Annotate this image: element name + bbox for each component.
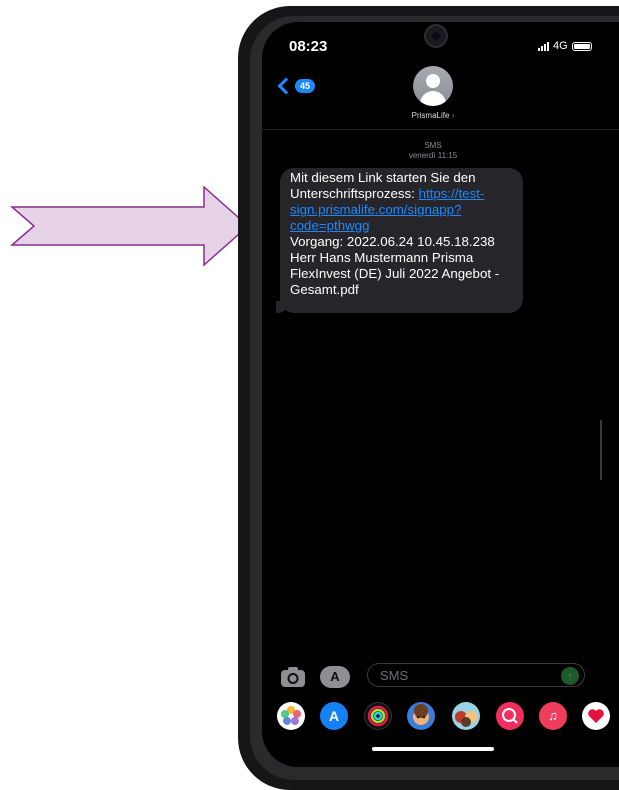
- web-search-icon[interactable]: [496, 702, 524, 730]
- signal-icon: [538, 41, 549, 51]
- fitness-rings-icon[interactable]: [364, 702, 392, 730]
- status-time: 08:23: [289, 38, 328, 55]
- signing-link[interactable]: sign.prismalife.com/signapp?: [290, 202, 461, 217]
- photos-icon-graphic: [281, 706, 301, 725]
- message-line: Gesamt.pdf: [290, 282, 359, 297]
- message-text: Unterschriftsprozess:: [290, 186, 419, 201]
- status-indicators: 4G: [538, 40, 592, 52]
- contact-name-label: PrismaLife: [411, 111, 450, 120]
- annotation-arrow: [10, 185, 250, 267]
- unread-count-badge: 45: [295, 79, 316, 93]
- person-icon: [426, 74, 440, 88]
- person-icon-body: [420, 91, 446, 106]
- contact-avatar[interactable]: [413, 66, 453, 106]
- animoji-icon[interactable]: [452, 702, 480, 730]
- memoji-graphic: [413, 704, 429, 725]
- arrow-up-icon: ↑: [567, 669, 573, 683]
- camera-icon[interactable]: [280, 666, 306, 688]
- chevron-right-icon: ›: [451, 111, 455, 120]
- incoming-message-bubble[interactable]: Mit diesem Link starten Sie den Untersch…: [276, 168, 523, 313]
- home-indicator[interactable]: [372, 747, 494, 751]
- chevron-left-icon: [277, 77, 295, 95]
- contact-name[interactable]: PrismaLife ›: [383, 111, 483, 120]
- app-store-icon[interactable]: A: [320, 702, 348, 730]
- message-line: Herr Hans Mustermann Prisma: [290, 250, 474, 265]
- front-camera-icon: [424, 24, 448, 48]
- header-divider: [262, 129, 619, 130]
- fitness-rings-graphic: [367, 705, 389, 727]
- message-line: sign.prismalife.com/signapp?: [290, 202, 513, 218]
- message-timestamp: SMS venerdì 11:15: [358, 141, 508, 161]
- timestamp-label: venerdì 11:15: [408, 151, 458, 160]
- side-button: [600, 420, 602, 480]
- message-input[interactable]: [367, 663, 585, 687]
- message-line: code=pthwgg: [290, 218, 513, 234]
- web-search-graphic: [502, 708, 518, 724]
- channel-label: SMS: [424, 141, 442, 150]
- message-line: Mit diesem Link starten Sie den: [290, 170, 476, 185]
- network-label: 4G: [553, 40, 568, 52]
- phone-screen: [262, 22, 619, 767]
- heart-graphic: [588, 709, 604, 723]
- app-store-icon: A: [330, 669, 340, 684]
- back-button[interactable]: 45: [277, 77, 316, 95]
- app-store-button[interactable]: A: [320, 666, 350, 688]
- memoji-icon[interactable]: [407, 702, 435, 730]
- message-line: FlexInvest (DE) Juli 2022 Angebot -: [290, 266, 500, 281]
- heart-icon[interactable]: [582, 702, 610, 730]
- signing-link[interactable]: code=pthwgg: [290, 218, 369, 233]
- signing-link[interactable]: https://test-: [419, 186, 485, 201]
- battery-icon: [571, 41, 592, 51]
- animoji-graphic: [455, 711, 477, 727]
- photos-icon[interactable]: [277, 702, 305, 730]
- send-button[interactable]: ↑: [561, 667, 579, 685]
- message-line: Vorgang: 2022.06.24 10.45.18.238: [290, 234, 495, 249]
- message-line: Unterschriftsprozess: https://test-: [290, 186, 513, 202]
- music-icon[interactable]: ♫: [539, 702, 567, 730]
